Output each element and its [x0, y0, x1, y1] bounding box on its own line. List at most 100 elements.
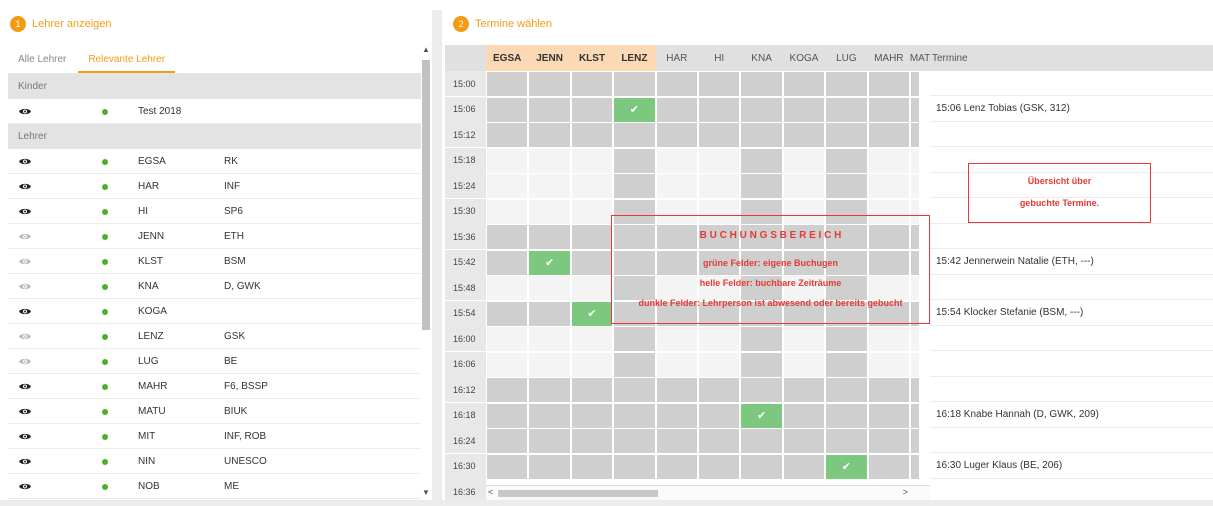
teacher-row[interactable]: KOGA	[8, 299, 421, 324]
available-slot[interactable]	[571, 199, 613, 224]
available-slot[interactable]	[571, 148, 613, 173]
unavailable-slot	[826, 148, 867, 173]
available-slot[interactable]	[868, 327, 909, 351]
available-slot[interactable]	[911, 352, 919, 377]
eye-icon[interactable]	[18, 432, 32, 440]
teacher-row[interactable]: JENN ETH	[8, 224, 421, 249]
unavailable-slot	[868, 403, 909, 428]
available-slot[interactable]	[529, 174, 570, 198]
teacher-column-header: LUG	[836, 52, 857, 64]
available-slot[interactable]	[699, 174, 740, 198]
teacher-row[interactable]: MATU BIUK	[8, 399, 421, 424]
teacher-row[interactable]: LUG BE	[8, 349, 421, 374]
available-slot[interactable]	[529, 199, 570, 224]
unavailable-slot	[656, 97, 697, 122]
available-slot[interactable]	[571, 174, 613, 198]
eye-icon[interactable]	[18, 332, 32, 340]
teacher-row[interactable]: NIN UNESCO	[8, 449, 421, 474]
eye-icon[interactable]	[18, 207, 32, 215]
status-dot-icon	[102, 434, 108, 440]
unavailable-slot	[529, 403, 570, 428]
available-slot[interactable]	[911, 327, 919, 351]
teacher-row[interactable]: KLST BSM	[8, 249, 421, 274]
status-dot-icon	[102, 259, 108, 265]
available-slot[interactable]	[487, 199, 528, 224]
available-slot[interactable]	[529, 148, 570, 173]
unavailable-slot	[826, 123, 867, 147]
available-slot[interactable]	[783, 174, 825, 198]
booked-slot[interactable]: ✔	[826, 454, 867, 479]
available-slot[interactable]	[529, 276, 570, 300]
eye-icon[interactable]	[18, 482, 32, 490]
scrollbar-thumb[interactable]	[498, 490, 658, 497]
scroll-down-icon[interactable]: ▼	[421, 488, 431, 500]
available-slot[interactable]	[783, 327, 825, 351]
eye-icon[interactable]	[18, 157, 32, 165]
teacher-row[interactable]: HI SP6	[8, 199, 421, 224]
available-slot[interactable]	[699, 352, 740, 377]
available-slot[interactable]	[656, 148, 697, 173]
available-slot[interactable]	[487, 327, 528, 351]
available-slot[interactable]	[571, 327, 613, 351]
teacher-row[interactable]: MAHR F6, BSSP	[8, 374, 421, 399]
eye-icon[interactable]	[18, 232, 32, 240]
unavailable-slot	[826, 429, 867, 453]
available-slot[interactable]	[529, 327, 570, 351]
tab-alle-lehrer[interactable]: Alle Lehrer	[8, 54, 76, 73]
available-slot[interactable]	[487, 276, 528, 300]
eye-icon[interactable]	[18, 382, 32, 390]
eye-icon[interactable]	[18, 457, 32, 465]
scrollbar-thumb[interactable]	[422, 60, 430, 330]
unavailable-slot	[529, 72, 570, 96]
unavailable-slot	[614, 378, 655, 402]
available-slot[interactable]	[911, 148, 919, 173]
group-header-kinder: Kinder	[8, 74, 421, 99]
available-slot[interactable]	[868, 174, 909, 198]
booked-slot[interactable]: ✔	[741, 403, 782, 428]
unavailable-slot	[614, 403, 655, 428]
eye-icon[interactable]	[18, 182, 32, 190]
eye-icon[interactable]	[18, 307, 32, 315]
available-slot[interactable]	[699, 148, 740, 173]
grid-horizontal-scrollbar[interactable]: < >	[486, 485, 930, 500]
teacher-row[interactable]: HAR INF	[8, 174, 421, 199]
booked-slot[interactable]: ✔	[614, 97, 655, 122]
available-slot[interactable]	[868, 352, 909, 377]
teacher-row[interactable]: NOB ME	[8, 474, 421, 499]
booked-slot[interactable]: ✔	[571, 301, 613, 326]
available-slot[interactable]	[783, 148, 825, 173]
available-slot[interactable]	[656, 352, 697, 377]
teacher-row[interactable]: Test 2018	[8, 99, 421, 124]
eye-icon[interactable]	[18, 107, 32, 115]
unavailable-slot	[571, 378, 613, 402]
available-slot[interactable]	[487, 148, 528, 173]
annotation-line: helle Felder: buchbare Zeiträume	[699, 278, 842, 288]
teacher-row[interactable]: LENZ GSK	[8, 324, 421, 349]
teacher-subjects: BIUK	[224, 405, 248, 417]
eye-icon[interactable]	[18, 282, 32, 290]
time-slot-label: 15:42	[445, 249, 486, 275]
teacher-row[interactable]: MIT INF, ROB	[8, 424, 421, 449]
tab-relevante-lehrer[interactable]: Relevante Lehrer	[78, 54, 176, 73]
available-slot[interactable]	[487, 352, 528, 377]
eye-icon[interactable]	[18, 357, 32, 365]
teacher-row[interactable]: KNA D, GWK	[8, 274, 421, 299]
scroll-left-icon[interactable]: <	[488, 487, 493, 497]
available-slot[interactable]	[656, 327, 697, 351]
teacher-row[interactable]: EGSA RK	[8, 149, 421, 174]
available-slot[interactable]	[571, 276, 613, 300]
available-slot[interactable]	[529, 352, 570, 377]
available-slot[interactable]	[571, 352, 613, 377]
available-slot[interactable]	[911, 174, 919, 198]
available-slot[interactable]	[868, 148, 909, 173]
available-slot[interactable]	[783, 352, 825, 377]
eye-icon[interactable]	[18, 407, 32, 415]
booked-slot[interactable]: ✔	[529, 250, 570, 275]
teacher-list-scrollbar[interactable]: ▲ ▼	[421, 45, 431, 500]
scroll-up-icon[interactable]: ▲	[421, 45, 431, 57]
eye-icon[interactable]	[18, 257, 32, 265]
available-slot[interactable]	[656, 174, 697, 198]
scroll-right-icon[interactable]: >	[903, 487, 908, 497]
available-slot[interactable]	[699, 327, 740, 351]
available-slot[interactable]	[487, 174, 528, 198]
